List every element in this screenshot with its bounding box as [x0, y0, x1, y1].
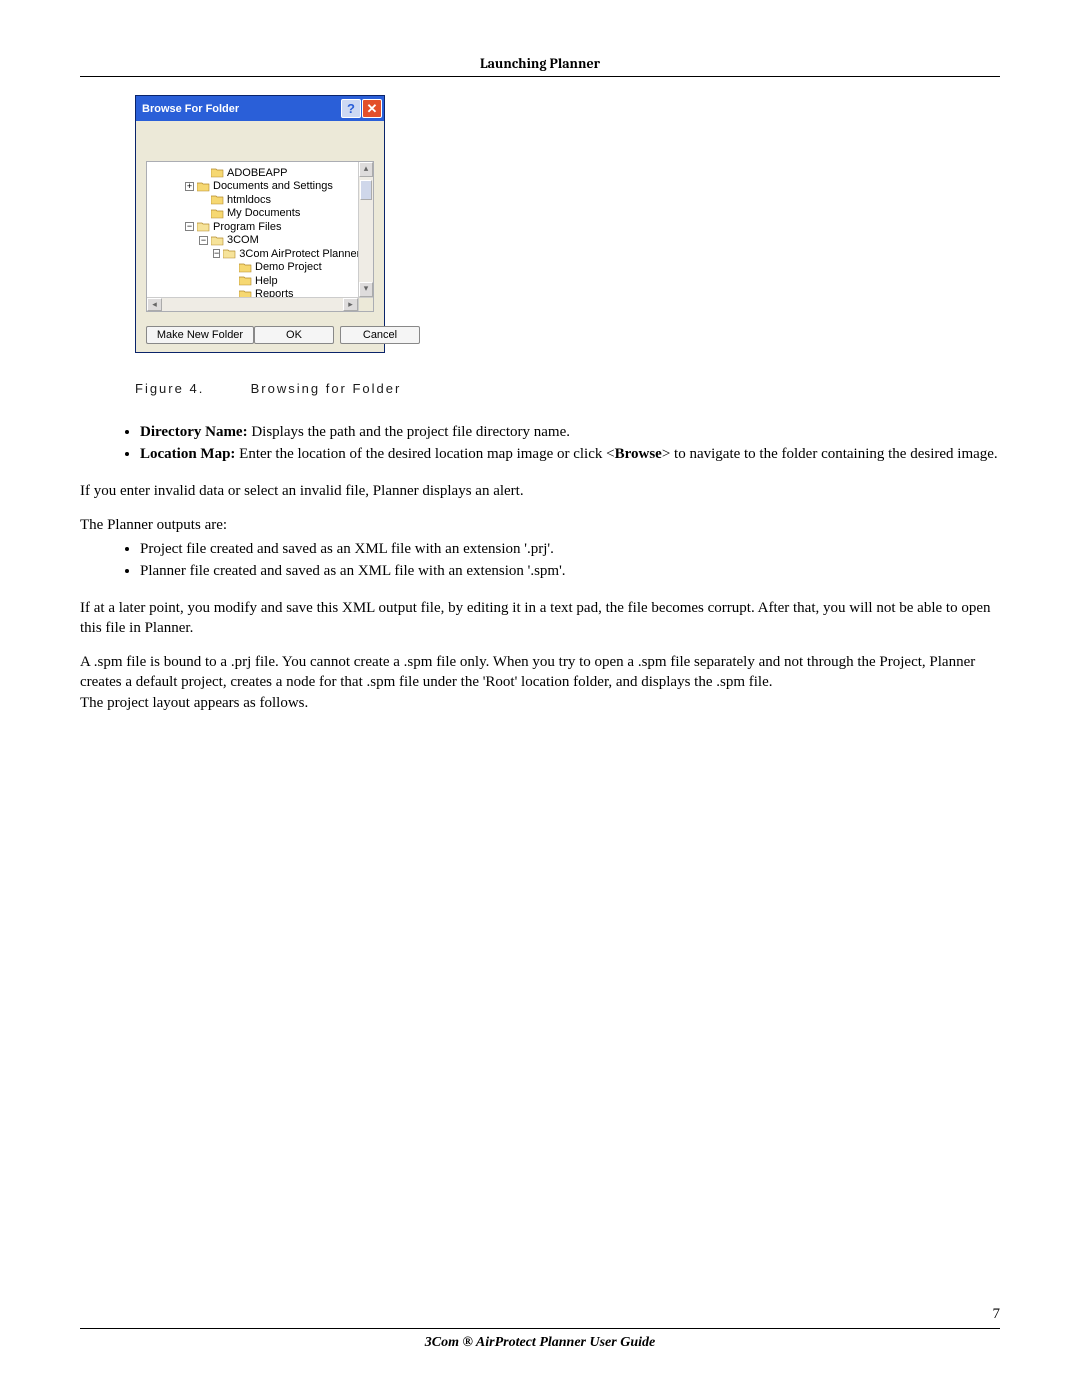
- tree-node-label: My Documents: [227, 207, 300, 219]
- tree-node[interactable]: ADOBEAPP: [147, 166, 359, 180]
- tree-node[interactable]: − 3Com AirProtect Planner: [147, 247, 359, 261]
- horizontal-scrollbar[interactable]: ◂ ▸: [147, 297, 373, 311]
- folder-icon: [239, 275, 252, 286]
- list-item: Location Map: Enter the location of the …: [140, 444, 1000, 464]
- body-paragraph: If at a later point, you modify and save…: [80, 598, 1000, 639]
- tree-node[interactable]: Help: [147, 274, 359, 288]
- expander-icon[interactable]: −: [213, 249, 220, 258]
- folder-icon: [223, 248, 236, 259]
- help-button[interactable]: ?: [341, 99, 361, 118]
- tree-node-label: ADOBEAPP: [227, 167, 288, 179]
- tree-node-label: Documents and Settings: [213, 180, 333, 192]
- figure-number: Figure 4.: [135, 381, 245, 396]
- ok-button[interactable]: OK: [254, 326, 334, 344]
- body-paragraph: The project layout appears as follows.: [80, 693, 1000, 713]
- tree-node[interactable]: htmldocs: [147, 193, 359, 207]
- folder-icon: [211, 167, 224, 178]
- expander-icon[interactable]: +: [185, 182, 194, 191]
- scroll-down-button[interactable]: ▾: [359, 282, 373, 297]
- outputs-list: Project file created and saved as an XML…: [140, 539, 1000, 582]
- figure-caption: Figure 4. Browsing for Folder: [135, 381, 1000, 396]
- folder-icon: [211, 235, 224, 246]
- folder-tree[interactable]: ADOBEAPP + Documents and Settings htmldocsM…: [146, 161, 374, 312]
- tree-node[interactable]: + Documents and Settings: [147, 180, 359, 194]
- list-item: Project file created and saved as an XML…: [140, 539, 1000, 559]
- scroll-left-button[interactable]: ◂: [147, 298, 162, 311]
- body-paragraph: A .spm file is bound to a .prj file. You…: [80, 652, 1000, 693]
- tree-node-label: 3COM: [227, 234, 259, 246]
- dialog-title: Browse For Folder: [142, 103, 239, 115]
- footer: 3Com ® AirProtect Planner User Guide: [80, 1328, 1000, 1351]
- make-new-folder-button[interactable]: Make New Folder: [146, 326, 254, 344]
- tree-node-label: 3Com AirProtect Planner: [239, 248, 360, 260]
- folder-icon: [197, 221, 210, 232]
- folder-icon: [239, 262, 252, 273]
- body-paragraph: The Planner outputs are:: [80, 515, 1000, 535]
- body-paragraph: If you enter invalid data or select an i…: [80, 481, 1000, 501]
- cancel-button[interactable]: Cancel: [340, 326, 420, 344]
- tree-node[interactable]: − Program Files: [147, 220, 359, 234]
- page-number: 7: [993, 1306, 1001, 1323]
- close-button[interactable]: ✕: [362, 99, 382, 118]
- tree-node[interactable]: Demo Project: [147, 261, 359, 275]
- tree-node-label: Program Files: [213, 221, 281, 233]
- list-item: Planner file created and saved as an XML…: [140, 561, 1000, 581]
- tree-node-label: Help: [255, 275, 278, 287]
- scroll-thumb[interactable]: [360, 180, 372, 200]
- figure-text: Browsing for Folder: [251, 381, 402, 396]
- expander-icon[interactable]: −: [199, 236, 208, 245]
- vertical-scrollbar[interactable]: ▴ ▾: [358, 162, 373, 297]
- page-header: Launching Planner: [80, 55, 1000, 77]
- dialog-titlebar: Browse For Folder ? ✕: [136, 96, 384, 121]
- tree-node[interactable]: My Documents: [147, 207, 359, 221]
- definition-list: Directory Name: Displays the path and th…: [140, 422, 1000, 465]
- folder-icon: [197, 181, 210, 192]
- folder-icon: [211, 208, 224, 219]
- folder-icon: [211, 194, 224, 205]
- tree-node-label: Demo Project: [255, 261, 322, 273]
- browse-folder-dialog: Browse For Folder ? ✕ ADOBEAPP + Documents…: [135, 95, 385, 353]
- tree-node[interactable]: − 3COM: [147, 234, 359, 248]
- scroll-right-button[interactable]: ▸: [343, 298, 358, 311]
- tree-node-label: htmldocs: [227, 194, 271, 206]
- expander-icon[interactable]: −: [185, 222, 194, 231]
- scroll-up-button[interactable]: ▴: [359, 162, 373, 177]
- list-item: Directory Name: Displays the path and th…: [140, 422, 1000, 442]
